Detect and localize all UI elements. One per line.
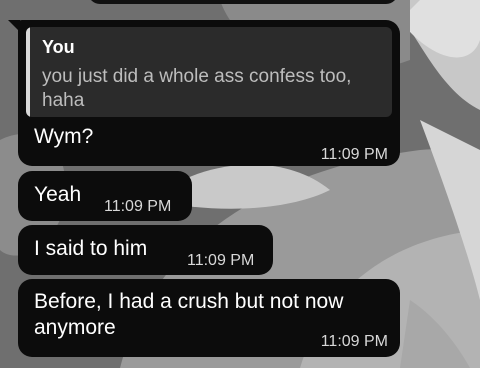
reply-quote[interactable]: You you just did a whole ass confess too… [26, 27, 392, 117]
message-bubble[interactable]: I said to him 11:09 PM [18, 225, 273, 275]
message-bubble[interactable]: You you just did a whole ass confess too… [8, 20, 400, 166]
message-text: Yeah [34, 183, 82, 206]
message-bubble[interactable]: Before, I had a crush but not now anymor… [18, 279, 400, 357]
message-timestamp: 11:09 PM [104, 198, 172, 215]
bubble-tail [8, 20, 20, 32]
reply-text: you just did a whole ass confess too, ha… [42, 66, 352, 111]
message-text: Wym? [34, 125, 94, 148]
message-bubble[interactable]: Yeah 11:09 PM [18, 171, 192, 221]
reply-quote-bar [26, 27, 30, 117]
message-timestamp: 11:09 PM [320, 146, 388, 163]
message-timestamp: 11:09 PM [320, 333, 388, 350]
previous-message-bubble-edge [88, 0, 398, 4]
message-timestamp: 11:09 PM [187, 252, 255, 269]
reply-author: You [42, 37, 75, 57]
message-text: I said to him [34, 237, 148, 260]
